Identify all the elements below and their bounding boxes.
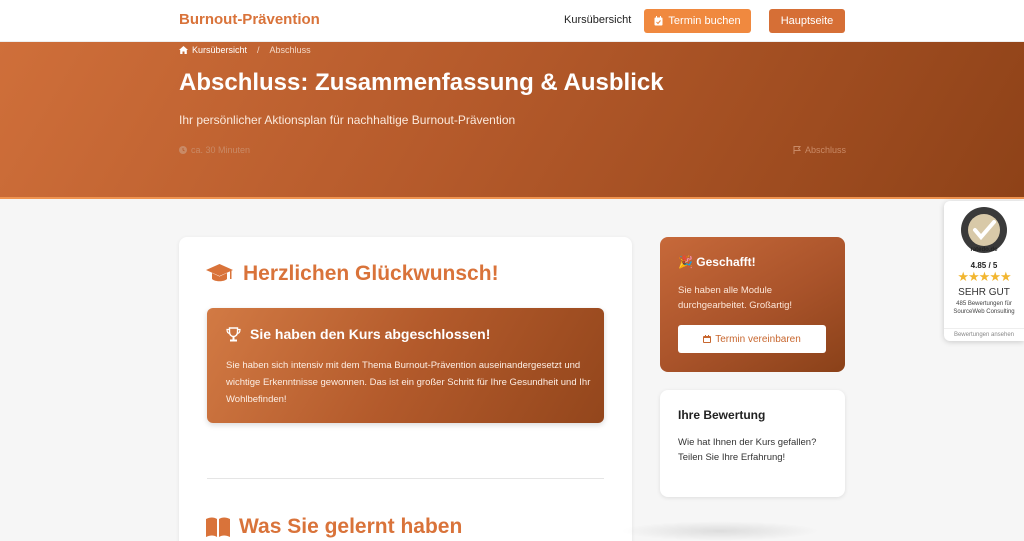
breadcrumb-current: Abschluss <box>269 45 311 55</box>
completed-sidebar-text: Sie haben alle Module durchgearbeitet. G… <box>678 285 793 311</box>
termin-vereinbaren-button[interactable]: Termin vereinbaren <box>678 325 826 353</box>
calendar-icon <box>703 335 712 343</box>
page-subtitle: Ihr persönlicher Aktionsplan für nachhal… <box>179 113 516 127</box>
page-title: Abschluss: Zusammenfassung & Ausblick <box>179 69 664 96</box>
top-navbar: Burnout-Prävention Kursübersicht Termin … <box>0 0 1024 42</box>
breadcrumb-separator: / <box>257 45 260 55</box>
trophy-icon <box>226 326 241 341</box>
section-label: Abschluss <box>805 145 847 155</box>
hauptseite-button[interactable]: Hauptseite <box>769 9 845 33</box>
section-meta: Abschluss <box>793 145 846 155</box>
termin-buchen-label: Termin buchen <box>668 15 741 27</box>
feedback-text: Wie hat Ihnen der Kurs gefallen? Teilen … <box>678 437 817 463</box>
rating-count: 485 Bewertungen für SourceWeb Consulting <box>953 301 1015 315</box>
congrats-title: Herzlichen Glückwunsch! <box>243 262 499 285</box>
breadcrumb-kursuebersicht[interactable]: Kursübersicht <box>192 45 247 55</box>
completed-heading: Sie haben den Kurs abgeschlossen! <box>226 326 490 342</box>
bottom-shadow <box>620 521 820 541</box>
duration-label: ca. 30 Minuten <box>191 145 251 155</box>
termin-buchen-button[interactable]: Termin buchen <box>644 9 751 33</box>
nav-link-kursuebersicht[interactable]: Kursübersicht <box>564 14 631 26</box>
completed-text: Sie haben sich intensiv mit dem Thema Bu… <box>226 360 591 405</box>
clock-icon <box>179 146 187 154</box>
congrats-heading: Herzlichen Glückwunsch! <box>206 262 499 286</box>
course-completed-box: Sie haben den Kurs abgeschlossen! Sie ha… <box>207 308 604 423</box>
learned-heading: Was Sie gelernt haben <box>206 515 462 539</box>
breadcrumb: Kursübersicht / Abschluss <box>179 45 311 55</box>
termin-vereinbaren-label: Termin vereinbaren <box>715 333 801 345</box>
calendar-check-icon <box>654 16 663 26</box>
learned-title: Was Sie gelernt haben <box>239 515 463 538</box>
duration-meta: ca. 30 Minuten <box>179 145 250 155</box>
flag-icon <box>793 146 801 154</box>
graduation-cap-icon <box>206 264 233 282</box>
rating-stars-icon: ★★★★★ <box>957 269 1011 284</box>
rating-view-link[interactable]: Bewertungen ansehen <box>944 328 1024 338</box>
open-book-icon <box>206 517 230 537</box>
rating-verdict: SEHR GUT <box>958 287 1010 298</box>
ratedo-rating-widget[interactable]: ratedo.de 4.85 / 5 ★★★★★ SEHR GUT 485 Be… <box>944 201 1024 341</box>
seal-label: ratedo.de <box>970 247 998 253</box>
feedback-card: Ihre Bewertung Wie hat Ihnen der Kurs ge… <box>660 390 845 497</box>
brand-logo[interactable]: Burnout-Prävention <box>179 11 320 28</box>
home-icon <box>179 46 188 54</box>
completed-title: Sie haben den Kurs abgeschlossen! <box>250 326 491 342</box>
section-divider <box>207 478 604 479</box>
feedback-title: Ihre Bewertung <box>678 408 766 422</box>
completed-sidebar-title: 🎉 Geschafft! <box>678 255 756 269</box>
completed-sidebar-card: 🎉 Geschafft! Sie haben alle Module durch… <box>660 237 845 372</box>
completed-sidebar-heading: 🎉 Geschafft! <box>678 255 756 269</box>
